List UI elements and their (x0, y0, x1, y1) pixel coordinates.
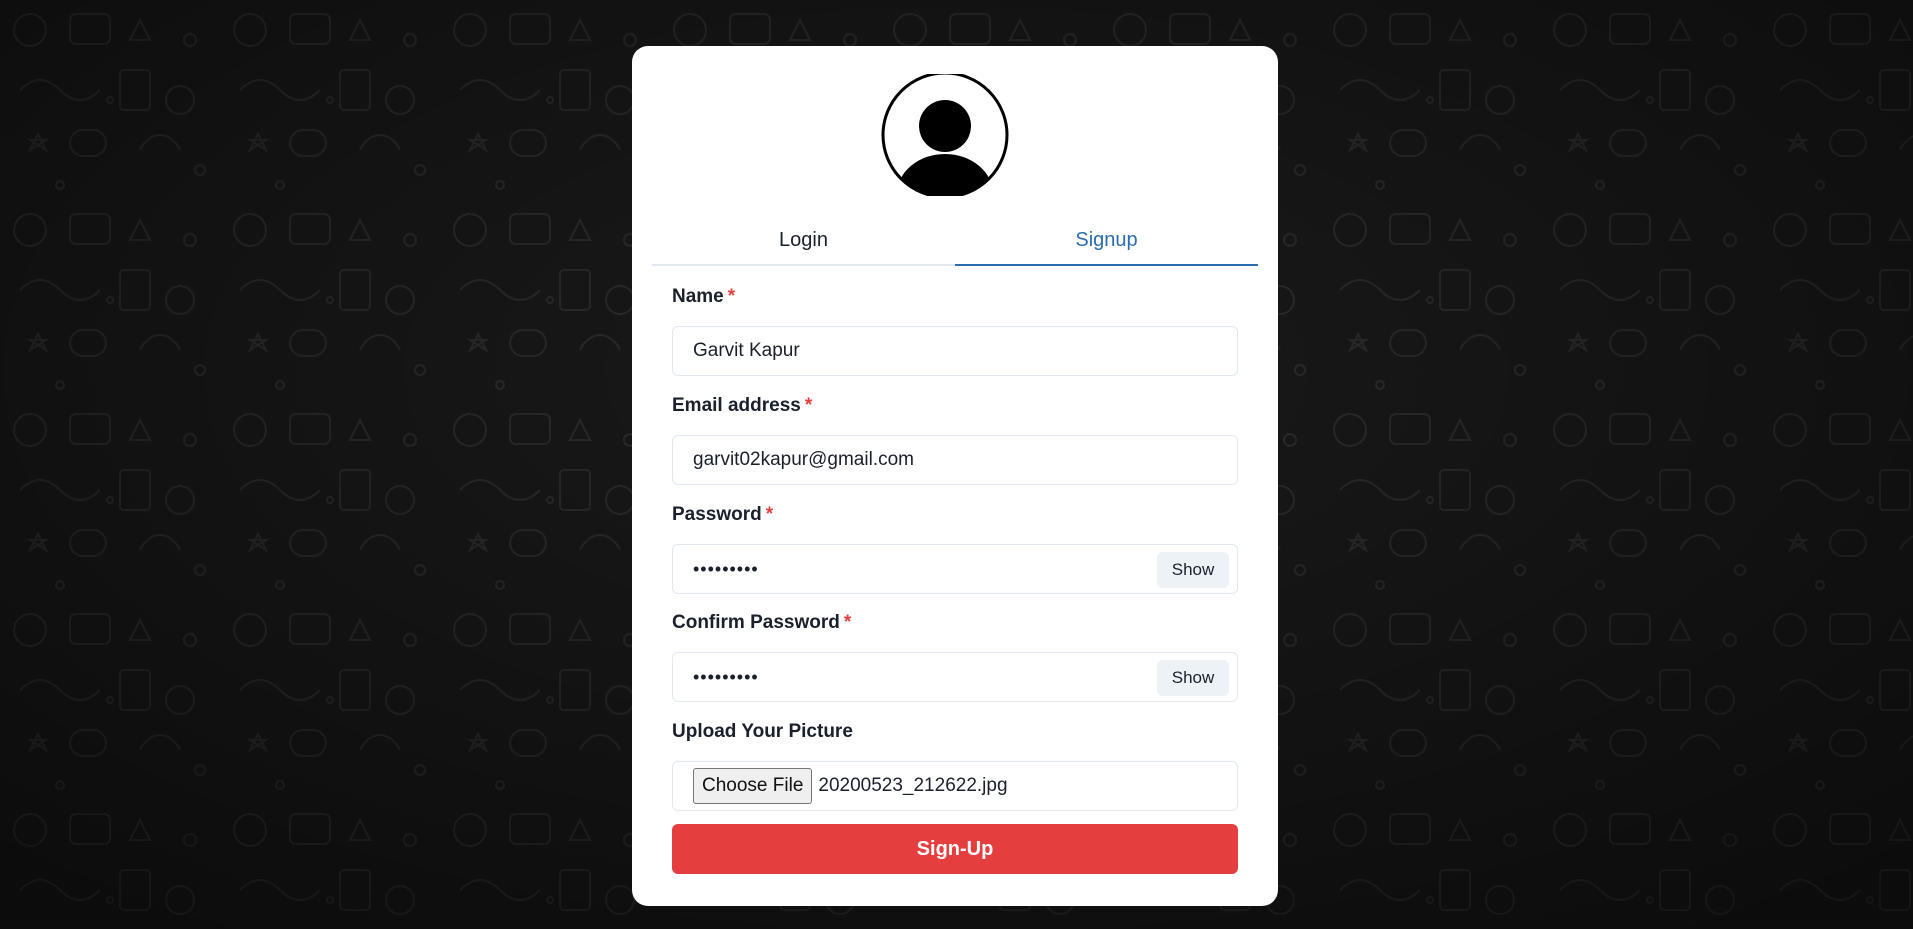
confirm-password-input[interactable]: ••••••••• Show (672, 652, 1238, 702)
auth-tabs: Login Signup (652, 216, 1258, 266)
tab-signup[interactable]: Signup (955, 216, 1258, 266)
name-input[interactable]: Garvit Kapur (672, 326, 1238, 376)
name-field: Name * Garvit Kapur (672, 282, 1238, 376)
auth-card: Login Signup Name * Garvit Kapur Email ad… (632, 46, 1278, 906)
email-field: Email address * garvit02kapur@gmail.com (672, 391, 1238, 485)
required-mark: * (727, 286, 736, 307)
email-label: Email address * (672, 395, 813, 416)
password-show-button[interactable]: Show (1157, 552, 1229, 588)
picture-upload-field: Upload Your Picture Choose File 20200523… (672, 717, 1238, 811)
confirm-password-field: Confirm Password * ••••••••• Show (672, 608, 1238, 702)
selected-file-name: 20200523_212622.jpg (818, 775, 1008, 796)
required-mark: * (804, 395, 813, 416)
picture-label: Upload Your Picture (672, 721, 853, 742)
file-input[interactable]: Choose File 20200523_212622.jpg (672, 761, 1238, 811)
confirm-password-label: Confirm Password * (672, 612, 852, 633)
avatar-user-silhouette-icon (881, 74, 1009, 196)
confirm-password-show-button[interactable]: Show (1157, 660, 1229, 696)
signup-submit-button[interactable]: Sign-Up (672, 824, 1238, 874)
name-label: Name * (672, 286, 736, 307)
password-input[interactable]: ••••••••• Show (672, 544, 1238, 594)
required-mark: * (843, 612, 852, 633)
tab-login[interactable]: Login (652, 216, 955, 264)
choose-file-button[interactable]: Choose File (693, 768, 813, 804)
required-mark: * (765, 504, 774, 525)
email-input[interactable]: garvit02kapur@gmail.com (672, 435, 1238, 485)
password-label: Password * (672, 504, 774, 525)
password-field: Password * ••••••••• Show (672, 500, 1238, 594)
